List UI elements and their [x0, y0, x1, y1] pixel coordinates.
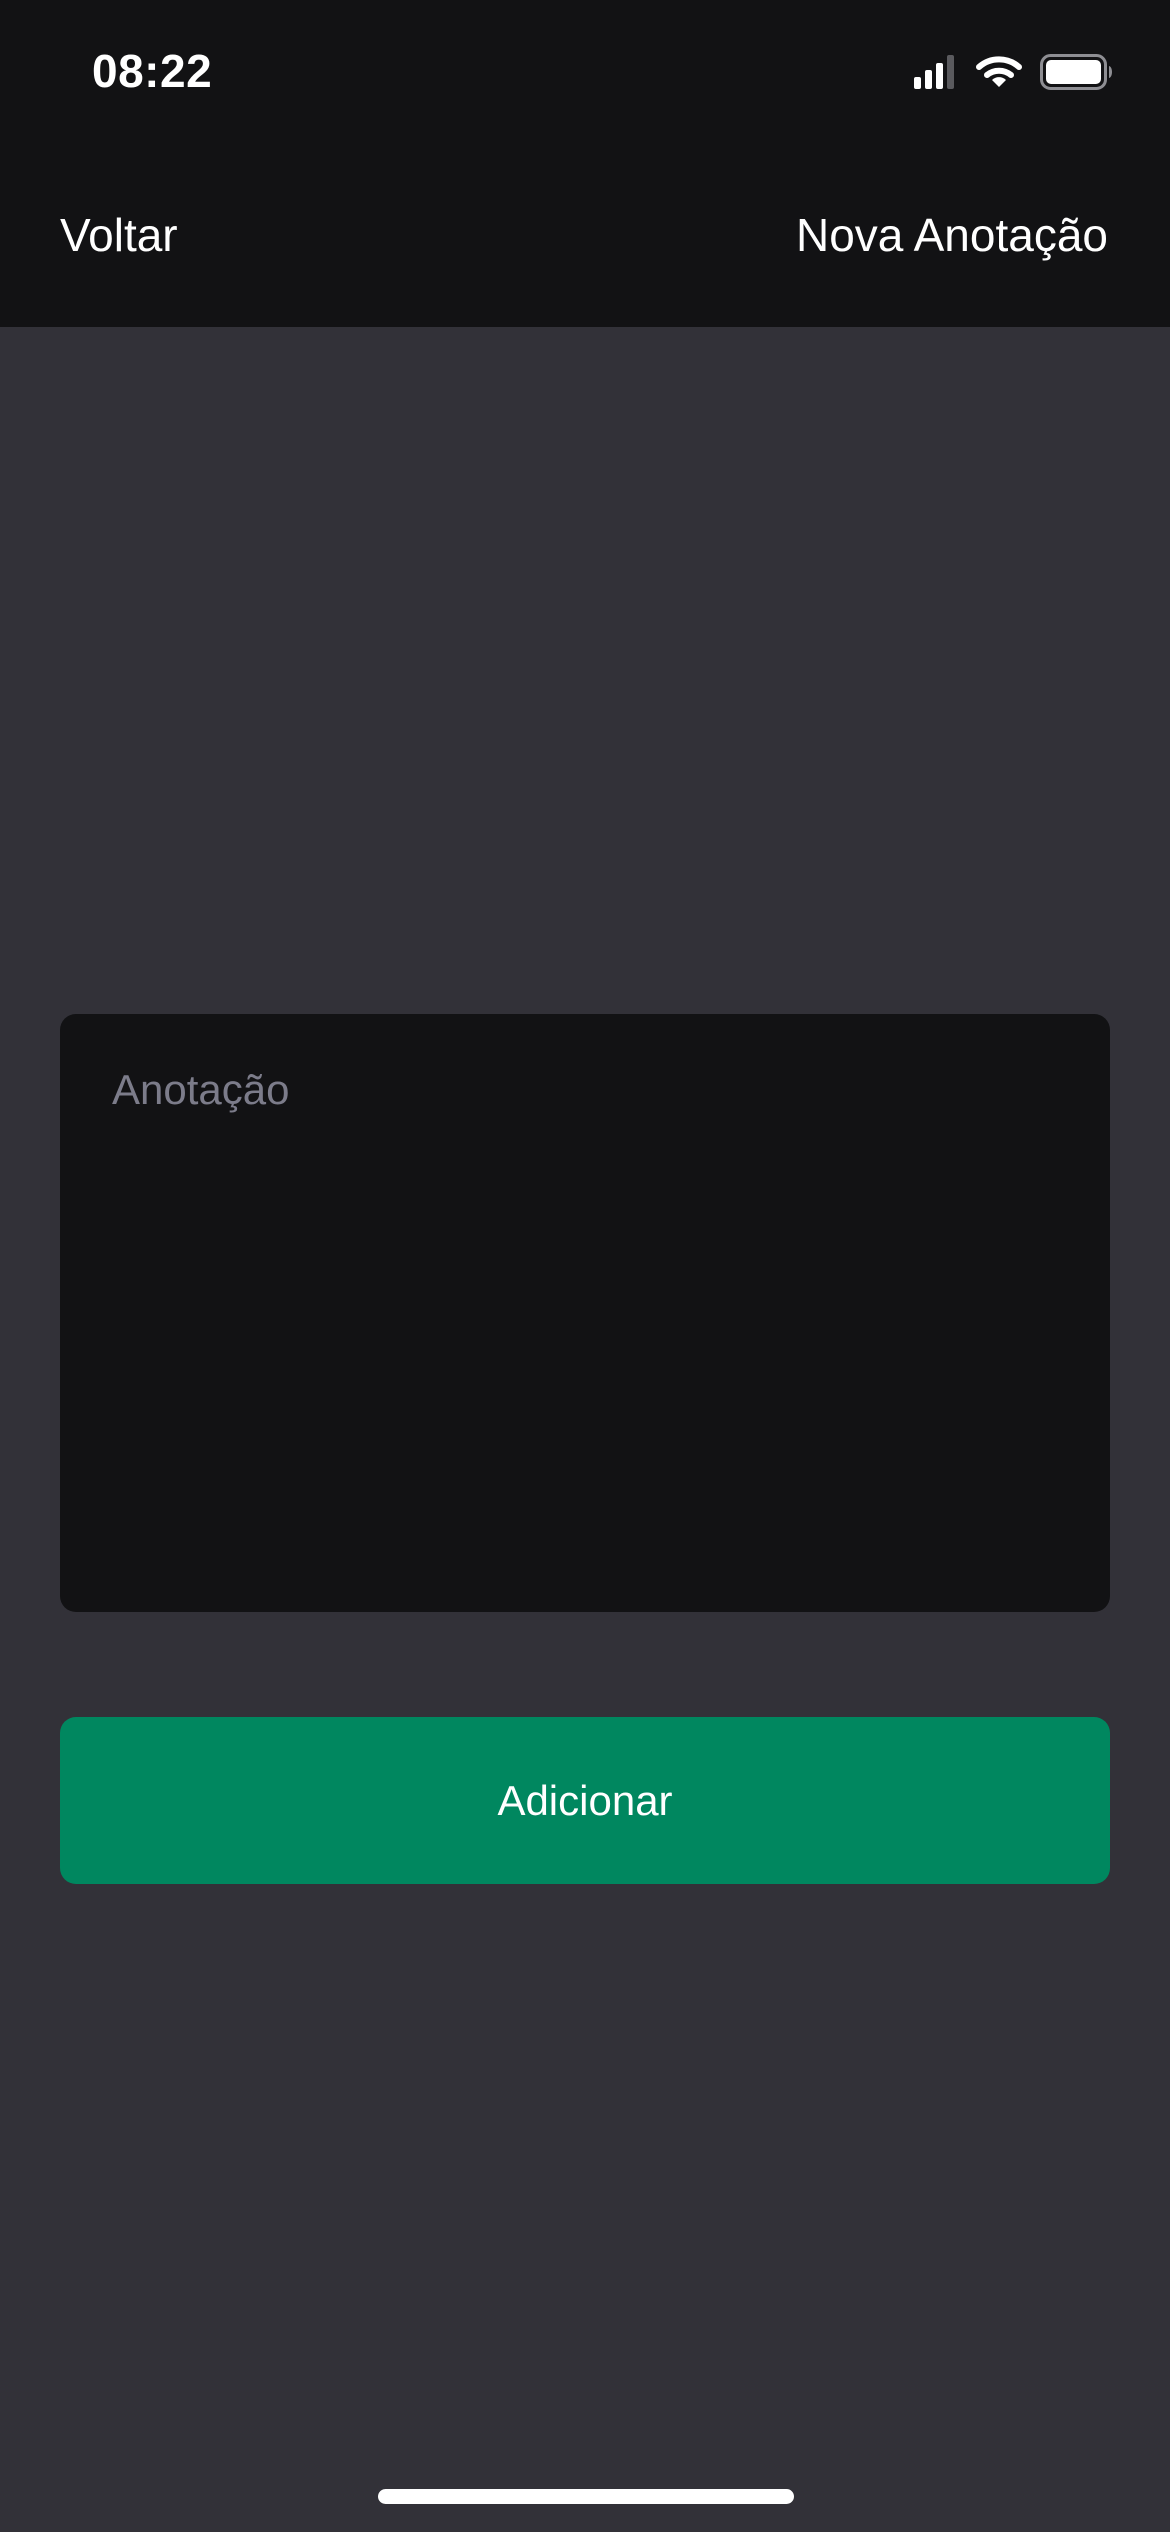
header-area: 08:22 Voltar Nova Anotação	[0, 0, 1170, 327]
note-input[interactable]	[60, 1014, 1110, 1612]
status-icons	[914, 52, 1114, 96]
status-bar: 08:22	[0, 0, 1170, 150]
nav-bar: Voltar Nova Anotação	[0, 200, 1170, 280]
status-time: 08:22	[92, 45, 213, 97]
home-indicator[interactable]	[378, 2489, 794, 2504]
add-button[interactable]: Adicionar	[60, 1717, 1110, 1884]
battery-icon	[1040, 53, 1114, 95]
cellular-signal-icon	[914, 54, 954, 94]
page-title: Nova Anotação	[795, 209, 1108, 261]
back-button[interactable]: Voltar	[60, 208, 178, 262]
wifi-icon	[976, 55, 1022, 94]
